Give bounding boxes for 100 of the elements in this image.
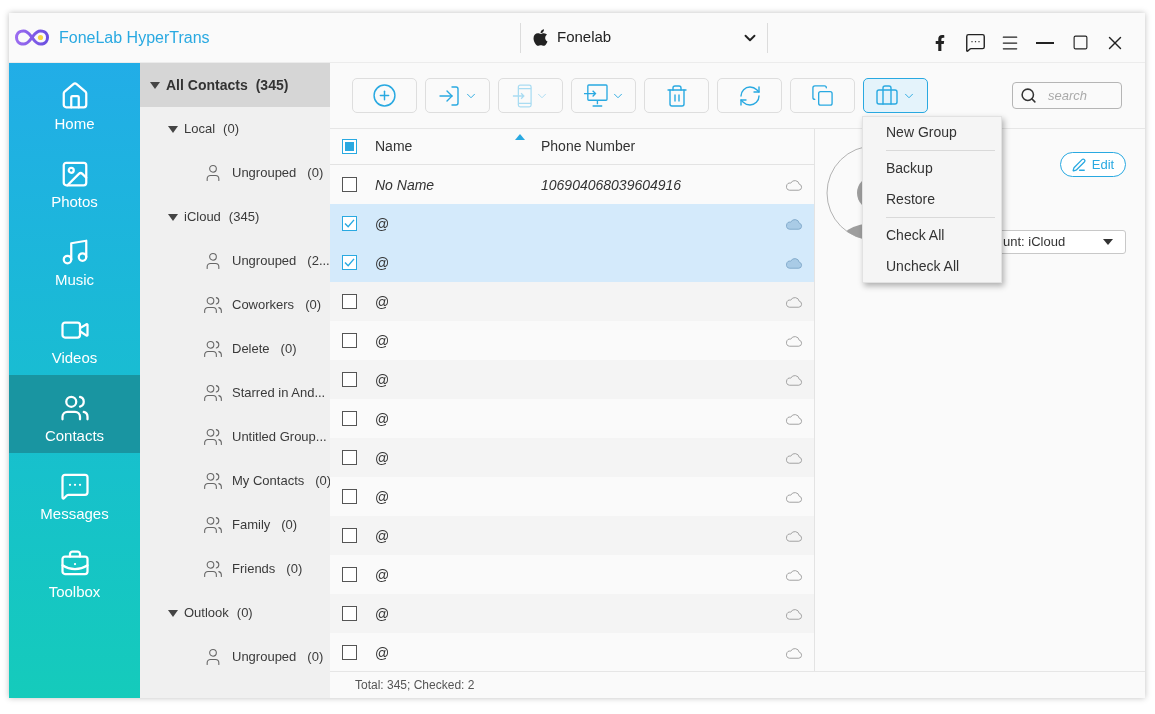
apple-icon [532, 28, 549, 47]
checkbox[interactable] [342, 294, 357, 309]
dropdown-triangle-icon [1103, 239, 1113, 245]
expand-triangle-icon[interactable] [150, 80, 160, 90]
group-item[interactable]: Family (0) [140, 503, 330, 547]
name-cell: @ [375, 566, 390, 583]
people-icon [59, 393, 90, 423]
menu-item[interactable]: Restore [863, 184, 1001, 215]
checkbox[interactable] [342, 567, 357, 582]
group-item[interactable]: Ungrouped (0) [140, 635, 330, 679]
name-cell: @ [375, 254, 390, 271]
checkbox[interactable] [342, 177, 357, 192]
name-cell: No Name [375, 176, 435, 193]
search-icon [1020, 87, 1037, 104]
people-icon [203, 339, 223, 359]
name-cell: @ [375, 215, 390, 232]
checkbox[interactable] [342, 372, 357, 387]
group-item[interactable]: Starred in And... [140, 371, 330, 415]
contact-row[interactable]: @ [330, 516, 814, 555]
refresh-icon [737, 83, 762, 108]
contact-row[interactable]: @ [330, 243, 814, 282]
name-cell: @ [375, 488, 390, 505]
feedback-button[interactable] [964, 31, 986, 54]
contact-row[interactable]: @ [330, 282, 814, 321]
name-cell: @ [375, 644, 390, 661]
contact-row[interactable]: @ [330, 594, 814, 633]
sort-arrow-icon [515, 134, 525, 140]
contact-row[interactable]: @ [330, 204, 814, 243]
contact-row[interactable]: @ [330, 360, 814, 399]
people-icon [203, 383, 223, 403]
facebook-icon [935, 33, 945, 52]
people-icon [203, 559, 223, 579]
cloud-icon [785, 490, 803, 503]
cloud-icon [785, 646, 803, 659]
group-item[interactable]: Coworkers (0) [140, 283, 330, 327]
expand-triangle-icon[interactable] [168, 124, 178, 134]
cloud-icon [785, 334, 803, 347]
contact-row[interactable]: @ [330, 438, 814, 477]
select-all-checkbox[interactable] [342, 139, 357, 154]
search-field[interactable]: search [1012, 82, 1122, 109]
column-header[interactable]: Phone Number [541, 129, 814, 164]
group-item[interactable]: Ungrouped (0) [140, 151, 330, 195]
checkbox[interactable] [342, 216, 357, 231]
cloud-icon [785, 451, 803, 464]
checkbox[interactable] [342, 606, 357, 621]
infinity-logo-icon [15, 29, 49, 46]
menu-item[interactable]: Uncheck All [863, 251, 1001, 282]
checkbox[interactable] [342, 489, 357, 504]
expand-triangle-icon[interactable] [168, 212, 178, 222]
cloud-icon [785, 529, 803, 542]
checkbox[interactable] [342, 645, 357, 660]
cloud-icon [785, 256, 803, 269]
status-text: Total: 345; Checked: 2 [355, 677, 475, 694]
group-item[interactable]: Local (0) [140, 107, 330, 151]
name-cell: @ [375, 449, 390, 466]
group-item[interactable]: iCloud (345) [140, 195, 330, 239]
expand-triangle-icon[interactable] [168, 608, 178, 618]
cloud-icon [785, 295, 803, 308]
menu-item[interactable]: New Group [863, 117, 1001, 148]
device-selector[interactable]: Fonelab [520, 22, 768, 53]
cloud-icon [785, 412, 803, 425]
group-item[interactable]: Untitled Group... [140, 415, 330, 459]
group-item[interactable]: All Contacts (345) [140, 63, 330, 107]
maximize-icon [1071, 34, 1089, 51]
group-item[interactable]: Delete (0) [140, 327, 330, 371]
name-cell: @ [375, 527, 390, 544]
checkbox[interactable] [342, 450, 357, 465]
trash-icon [664, 83, 689, 108]
copy-icon [811, 84, 834, 107]
phone-arrow-icon [512, 83, 532, 108]
cloud-icon [785, 373, 803, 386]
add-button[interactable] [352, 78, 417, 113]
nav-item[interactable]: Contacts [9, 375, 140, 453]
phone-cell: 106904068039604916 [541, 176, 682, 193]
chat-bubble-icon [59, 471, 90, 501]
checkbox[interactable] [342, 255, 357, 270]
group-item[interactable]: Friends (0) [140, 547, 330, 591]
menu-item[interactable]: Backup [863, 153, 1001, 184]
group-item[interactable]: Outlook (0) [140, 591, 330, 635]
group-item[interactable]: My Contacts (0) [140, 459, 330, 503]
people-icon [203, 427, 223, 447]
name-cell: @ [375, 410, 390, 427]
minimize-icon [1036, 41, 1054, 44]
chat-bubble-icon [964, 32, 986, 53]
column-header[interactable]: Name [375, 129, 541, 164]
cloud-icon [785, 178, 803, 191]
people-icon [203, 515, 223, 535]
checkmark-icon [344, 258, 355, 267]
checkbox[interactable] [342, 528, 357, 543]
checkbox[interactable] [342, 333, 357, 348]
checkbox[interactable] [342, 411, 357, 426]
monitor-arrow-icon [582, 84, 608, 107]
name-cell: @ [375, 371, 390, 388]
arrow-into-box-icon [437, 83, 461, 108]
name-cell: @ [375, 605, 390, 622]
pencil-icon [1071, 157, 1086, 172]
cloud-icon [785, 607, 803, 620]
group-item[interactable]: Ungrouped (2... [140, 239, 330, 283]
checkmark-icon [344, 219, 355, 228]
name-cell: @ [375, 293, 390, 310]
